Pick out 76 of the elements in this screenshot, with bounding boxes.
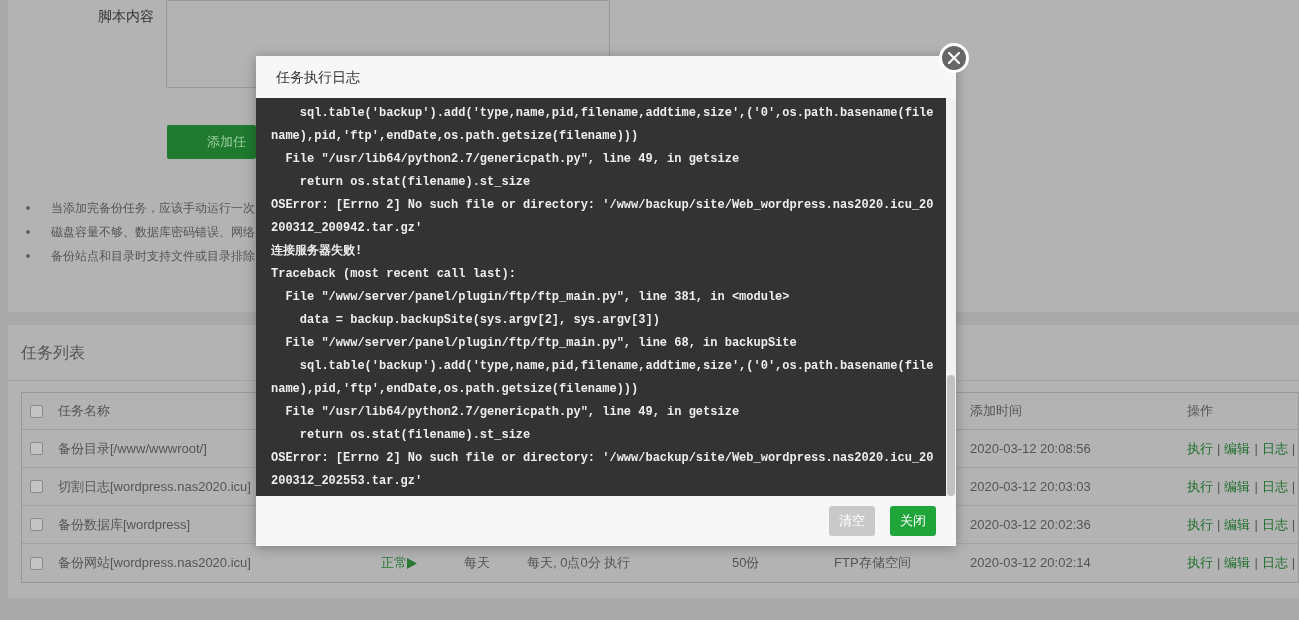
separator: |: [1217, 554, 1221, 573]
checkbox[interactable]: [30, 518, 43, 531]
log-line: File "/www/server/panel/plugin/ftp/ftp_main.py", line 68, in backupSite: [284, 335, 798, 352]
play-icon: [407, 557, 417, 569]
table-cell: 每天: [464, 555, 490, 571]
log-line: 200312_202553.tar.gz': [271, 473, 424, 490]
log-line: sql.table('backup').add('type,name,pid,filename,addtime,size',('0',os.path.basename(file: [298, 105, 935, 122]
field-label: 脚本内容: [97, 7, 154, 26]
action-link[interactable]: 编辑: [1224, 553, 1251, 573]
note-text: 当添加完备份任务，应该手动运行一次: [51, 200, 255, 217]
scrollbar-thumb[interactable]: [947, 375, 955, 496]
action-link[interactable]: 日志: [1261, 476, 1288, 497]
action-link[interactable]: 日志: [1261, 514, 1288, 535]
table-cell: 2020-03-12 20:02:36: [970, 516, 1091, 532]
note-text: 磁盘容量不够、数据库密码错误、网络: [51, 224, 255, 241]
checkbox[interactable]: [30, 404, 43, 418]
add-task-button[interactable]: 添加任: [167, 125, 256, 159]
table-cell: FTP存储空间: [834, 555, 911, 571]
separator: |: [1254, 439, 1258, 458]
log-line: name),pid,'ftp',endDate,os.path.getsize(filename))): [271, 381, 640, 398]
panel-title: 任务列表: [21, 342, 85, 363]
table-cell: 50份: [732, 555, 760, 571]
table-cell: 2020-03-12 20:02:14: [970, 555, 1091, 571]
log-line: OSError: [Errno 2] No such file or directory: '/www/backup/site/Web_wordpress.nas2020.icu_20: [271, 450, 935, 467]
separator: |: [1291, 515, 1296, 534]
action-link[interactable]: 日志: [1261, 553, 1288, 573]
separator: |: [1291, 439, 1296, 458]
log-line: File "/www/server/panel/plugin/ftp/ftp_main.py", line 381, in <module>: [284, 289, 791, 306]
table-cell: 2020-03-12 20:08:56: [970, 440, 1091, 456]
separator: |: [1254, 554, 1258, 573]
table-cell: 切割日志[wordpress.nas2020.icu]: [58, 478, 251, 494]
log-line: OSError: [Errno 2] No such file or directory: '/www/backup/site/Web_wordpress.nas2020.icu_20: [271, 197, 935, 214]
bullet-icon: [26, 254, 30, 258]
log-line: File "/usr/lib64/python2.7/genericpath.py", line 49, in getsize: [284, 404, 741, 421]
separator: |: [1217, 515, 1221, 534]
dialog-title: 任务执行日志: [276, 67, 360, 87]
action-link[interactable]: 日志: [1261, 438, 1288, 459]
separator: |: [1291, 477, 1296, 496]
action-link[interactable]: 编辑: [1224, 514, 1251, 535]
log-line: sql.table('backup').add('type,name,pid,filename,addtime,size',('0',os.path.basename(file: [298, 358, 935, 375]
log-line: name),pid,'ftp',endDate,os.path.getsize(filename))): [271, 128, 640, 145]
log-line: Traceback (most recent call last):: [271, 266, 517, 283]
separator: |: [1254, 515, 1258, 534]
scrollbar[interactable]: [946, 98, 956, 496]
separator: |: [1291, 554, 1296, 573]
checkbox[interactable]: [30, 556, 43, 570]
table-cell: 2020-03-12 20:03:03: [970, 478, 1091, 494]
checkbox[interactable]: [30, 442, 43, 455]
log-line: 连接服务器失败!: [271, 243, 364, 260]
log-line: return os.stat(filename).st_size: [298, 174, 532, 191]
bullet-icon: [26, 230, 30, 234]
separator: |: [1254, 477, 1258, 496]
log-line: data = backup.backupSite(sys.argv[2], sys.argv[3]): [298, 312, 661, 329]
action-link[interactable]: 执行: [1187, 476, 1213, 497]
log-line: File "/usr/lib64/python2.7/genericpath.py", line 49, in getsize: [284, 151, 741, 168]
separator: |: [1217, 439, 1221, 458]
close-button[interactable]: 关闭: [890, 506, 936, 536]
table-cell: 备份目录[/www/wwwroot/]: [58, 440, 207, 456]
checkbox[interactable]: [30, 480, 43, 493]
table-cell: 备份网站[wordpress.nas2020.icu]: [58, 555, 251, 571]
bullet-icon: [26, 206, 30, 210]
action-link[interactable]: 执行: [1187, 553, 1213, 573]
table-cell: 每天, 0点0分 执行: [527, 555, 631, 571]
note-text: 备份站点和目录时支持文件或目录排除: [51, 248, 255, 265]
table-cell: 备份数据库[wordpress]: [58, 516, 191, 532]
action-link[interactable]: 编辑: [1224, 476, 1251, 497]
column-header: 任务名称: [58, 403, 110, 419]
separator: |: [1217, 477, 1221, 496]
column-header: 添加时间: [970, 403, 1022, 419]
action-link[interactable]: 执行: [1187, 514, 1213, 535]
action-link[interactable]: 编辑: [1224, 438, 1251, 459]
log-line: return os.stat(filename).st_size: [298, 427, 532, 444]
action-link[interactable]: 执行: [1187, 438, 1213, 459]
column-header: 操作: [1187, 403, 1213, 419]
log-line: 200312_200942.tar.gz': [271, 220, 424, 237]
status-text: 正常: [381, 554, 407, 573]
